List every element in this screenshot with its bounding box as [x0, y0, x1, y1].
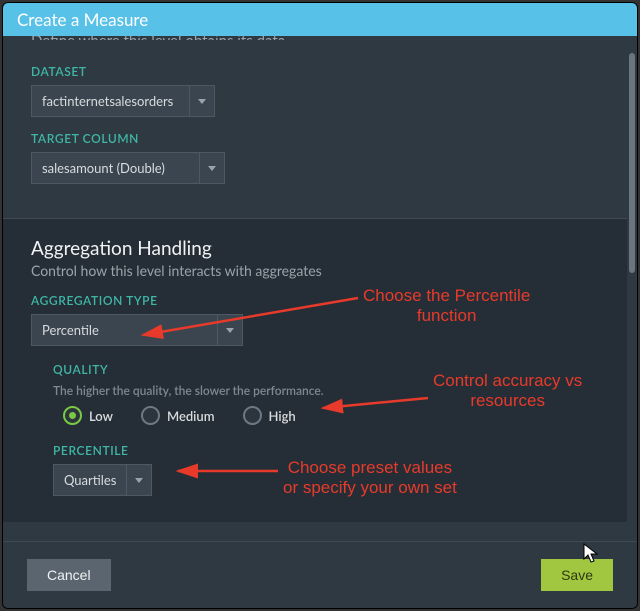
- dialog-header: Create a Measure: [3, 3, 637, 36]
- aggregation-type-dropdown[interactable]: Percentile: [31, 314, 243, 346]
- quality-option-medium[interactable]: Medium: [141, 406, 215, 425]
- aggregation-section: Aggregation Handling Control how this le…: [3, 219, 627, 522]
- quality-note: The higher the quality, the slower the p…: [53, 383, 599, 398]
- dialog-title: Create a Measure: [17, 9, 148, 30]
- quality-radio-group: Low Medium High: [53, 406, 599, 425]
- quality-option-high[interactable]: High: [243, 406, 296, 425]
- target-column-value: salesamount (Double): [32, 160, 199, 176]
- dialog-create-measure: Create a Measure Define where this level…: [2, 2, 638, 609]
- chevron-down-icon: [199, 153, 224, 183]
- quality-option-label: High: [269, 408, 296, 424]
- dataset-value: factinternetsalesorders: [32, 93, 189, 109]
- dataset-label: DATASET: [31, 64, 599, 79]
- scrollbar-thumb[interactable]: [629, 53, 635, 273]
- percentile-value: Quartiles: [54, 472, 126, 488]
- quality-option-label: Medium: [167, 408, 215, 424]
- source-description: Define where this level obtains its data…: [31, 36, 599, 40]
- source-section: Define where this level obtains its data…: [3, 36, 627, 200]
- quality-label: QUALITY: [53, 362, 599, 377]
- dialog-body: Define where this level obtains its data…: [3, 36, 627, 538]
- scrollbar[interactable]: [627, 45, 637, 495]
- chevron-down-icon: [126, 465, 151, 495]
- dataset-dropdown[interactable]: factinternetsalesorders: [31, 85, 215, 117]
- aggregation-description: Control how this level interacts with ag…: [31, 262, 599, 279]
- aggregation-type-value: Percentile: [32, 322, 217, 338]
- radio-icon: [243, 406, 262, 425]
- save-button[interactable]: Save: [541, 559, 613, 591]
- percentile-label: PERCENTILE: [53, 443, 599, 458]
- aggregation-heading: Aggregation Handling: [31, 237, 599, 260]
- chevron-down-icon: [189, 86, 214, 116]
- cancel-button[interactable]: Cancel: [27, 559, 111, 591]
- aggregation-type-label: AGGREGATION TYPE: [31, 293, 599, 308]
- radio-icon: [141, 406, 160, 425]
- percentile-block: PERCENTILE Quartiles: [31, 443, 599, 496]
- quality-option-low[interactable]: Low: [63, 406, 113, 425]
- percentile-dropdown[interactable]: Quartiles: [53, 464, 152, 496]
- target-column-dropdown[interactable]: salesamount (Double): [31, 152, 225, 184]
- dialog-footer: Cancel Save: [3, 541, 637, 608]
- radio-icon: [63, 406, 82, 425]
- chevron-down-icon: [217, 315, 242, 345]
- quality-block: QUALITY The higher the quality, the slow…: [31, 362, 599, 425]
- target-column-label: TARGET COLUMN: [31, 131, 599, 146]
- quality-option-label: Low: [89, 408, 113, 424]
